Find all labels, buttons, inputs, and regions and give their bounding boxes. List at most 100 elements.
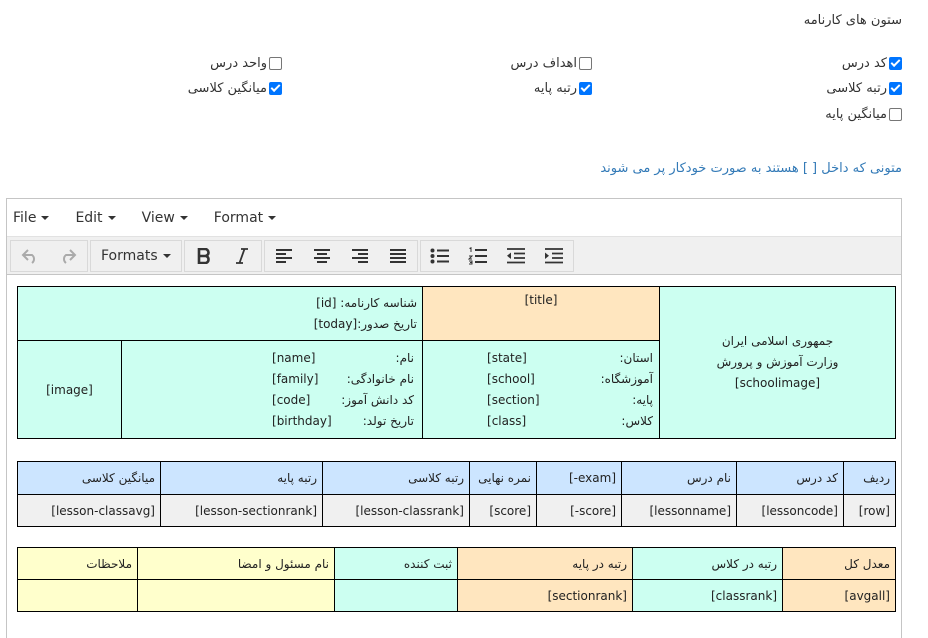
info-label: آموزشگاه: [600,371,653,386]
table-cell: [lessoncode] [736,494,844,527]
student-info-name: نام: [name] [272,348,414,369]
menu-format[interactable]: Format [214,210,277,226]
table-cell: [score] [469,494,537,527]
align-justify-button[interactable] [379,241,417,271]
indent-button[interactable] [535,241,573,271]
table-cell: [lesson-classrank] [322,494,470,527]
align-right-button[interactable] [341,241,379,271]
student-info-family: نام خانوادگی: [family] [272,369,414,390]
checkbox-box[interactable] [889,57,902,70]
summary-header: رتبه در پایه [457,547,633,580]
align-center-icon [313,248,330,263]
student-info-cell: نام: [name] نام خانوادگی: [family] کد دانش… [121,340,423,439]
style-group [183,239,262,272]
report-meta-cell: شناسه کارنامه: [id] تاریخ صدور:[today] [17,286,423,341]
school-info-section: پایه: [section] [487,390,653,411]
column-header: کد درس [736,461,844,495]
info-value: [state] [487,350,527,365]
checkbox-box[interactable] [269,57,282,70]
summary-header: ثبت کننده [334,547,458,580]
info-value: [birthday] [272,413,332,428]
checkbox-label: میانگین پایه [825,107,887,122]
menu-label: Edit [75,209,103,226]
formats-dropdown[interactable]: Formats [91,241,181,271]
menu-label: View [141,209,175,226]
checkbox-label: میانگین کلاسی [187,81,267,96]
info-label: نام خانوادگی: [346,371,414,386]
chevron-down-icon [107,215,116,220]
report-id-label: شناسه کارنامه: [340,295,417,310]
undo-button[interactable] [11,241,49,271]
checkbox-lesson-unit[interactable]: واحد درس [210,56,282,71]
menu-view[interactable]: View [142,210,188,226]
checkbox-label: کد درس [841,56,887,71]
indent-icon [544,247,563,263]
checkbox-box[interactable] [579,82,592,95]
formats-group: Formats [90,239,182,272]
checkbox-box[interactable] [889,108,902,121]
issue-date-value: [today] [313,316,358,331]
report-header-table: شناسه کارنامه: [id] تاریخ صدور:[today] [… [17,286,896,439]
info-value: [family] [272,371,319,386]
bullet-list-button[interactable] [421,241,459,271]
editor-menubar: File Edit View Format [7,199,901,237]
issue-date-label: تاریخ صدور: [357,316,417,331]
summary-value-row: [avgall] [classrank] [sectionrank] [17,579,896,612]
student-info-code: کد دانش آموز: [code] [272,390,414,411]
summary-cell [17,579,138,612]
align-justify-icon [389,248,406,263]
chevron-down-icon [162,253,171,258]
menu-label: File [13,209,37,226]
summary-cell [334,579,458,612]
align-center-button[interactable] [303,241,341,271]
align-left-icon [275,248,292,263]
checkbox-box[interactable] [889,82,902,95]
column-header: [-exam] [536,461,622,495]
undo-icon [21,248,35,264]
menu-file[interactable]: File [13,209,50,226]
numbered-list-button[interactable] [459,241,497,271]
info-value: [code] [272,392,311,407]
chevron-down-icon [179,215,188,220]
table-cell: [lesson-sectionrank] [160,494,323,527]
align-right-icon [351,248,368,263]
redo-button[interactable] [49,241,87,271]
column-header: ردیف [843,461,896,495]
outdent-icon [506,247,525,263]
school-image-placeholder: [schoolimage] [734,376,821,390]
info-value: [school] [487,371,535,386]
rich-text-editor: File Edit View Format Formats شناسه کارن… [6,198,902,638]
table-cell: [row] [843,494,896,527]
checkbox-box[interactable] [579,57,592,70]
italic-button[interactable] [223,241,261,271]
summary-cell [137,579,335,612]
editor-content[interactable]: شناسه کارنامه: [id] تاریخ صدور:[today] [… [17,286,896,612]
chevron-down-icon [268,215,277,220]
lessons-table: ردیف کد درس نام درس [-exam] نمره نهایی ر… [17,461,896,527]
table-cell: [lessonname] [621,494,737,527]
summary-header: معدل کل [782,547,896,580]
bold-button[interactable] [185,241,223,271]
outdent-button[interactable] [497,241,535,271]
menu-edit[interactable]: Edit [75,209,116,226]
report-id-value: [id] [316,295,337,310]
column-header: میانگین کلاسی [17,461,161,495]
info-label: استان: [619,350,653,365]
checkbox-label: رتبه پایه [533,81,577,96]
checkbox-lesson-goals[interactable]: اهداف درس [511,56,592,71]
checkbox-lesson-code[interactable]: کد درس [842,56,902,71]
summary-header-row: معدل کل رتبه در کلاس رتبه در پایه ثبت کن… [17,547,896,580]
align-left-button[interactable] [265,241,303,271]
checkbox-class-rank[interactable]: رتبه کلاسی [826,81,902,96]
info-label: کد دانش آموز: [341,392,414,407]
autofill-note: متونی که داخل [ ] هستند به صورت خودکار پ… [600,161,902,176]
info-label: کلاس: [621,413,653,428]
redo-icon [63,248,77,264]
checkbox-class-average[interactable]: میانگین کلاسی [188,81,282,96]
school-info-school: آموزشگاه: [school] [487,369,653,390]
checkbox-section-rank[interactable]: رتبه پایه [534,81,592,96]
checkbox-section-average[interactable]: میانگین پایه [825,107,902,122]
info-label: تاریخ تولد: [362,413,414,428]
school-info-class: کلاس: [class] [487,411,653,432]
checkbox-box[interactable] [269,82,282,95]
